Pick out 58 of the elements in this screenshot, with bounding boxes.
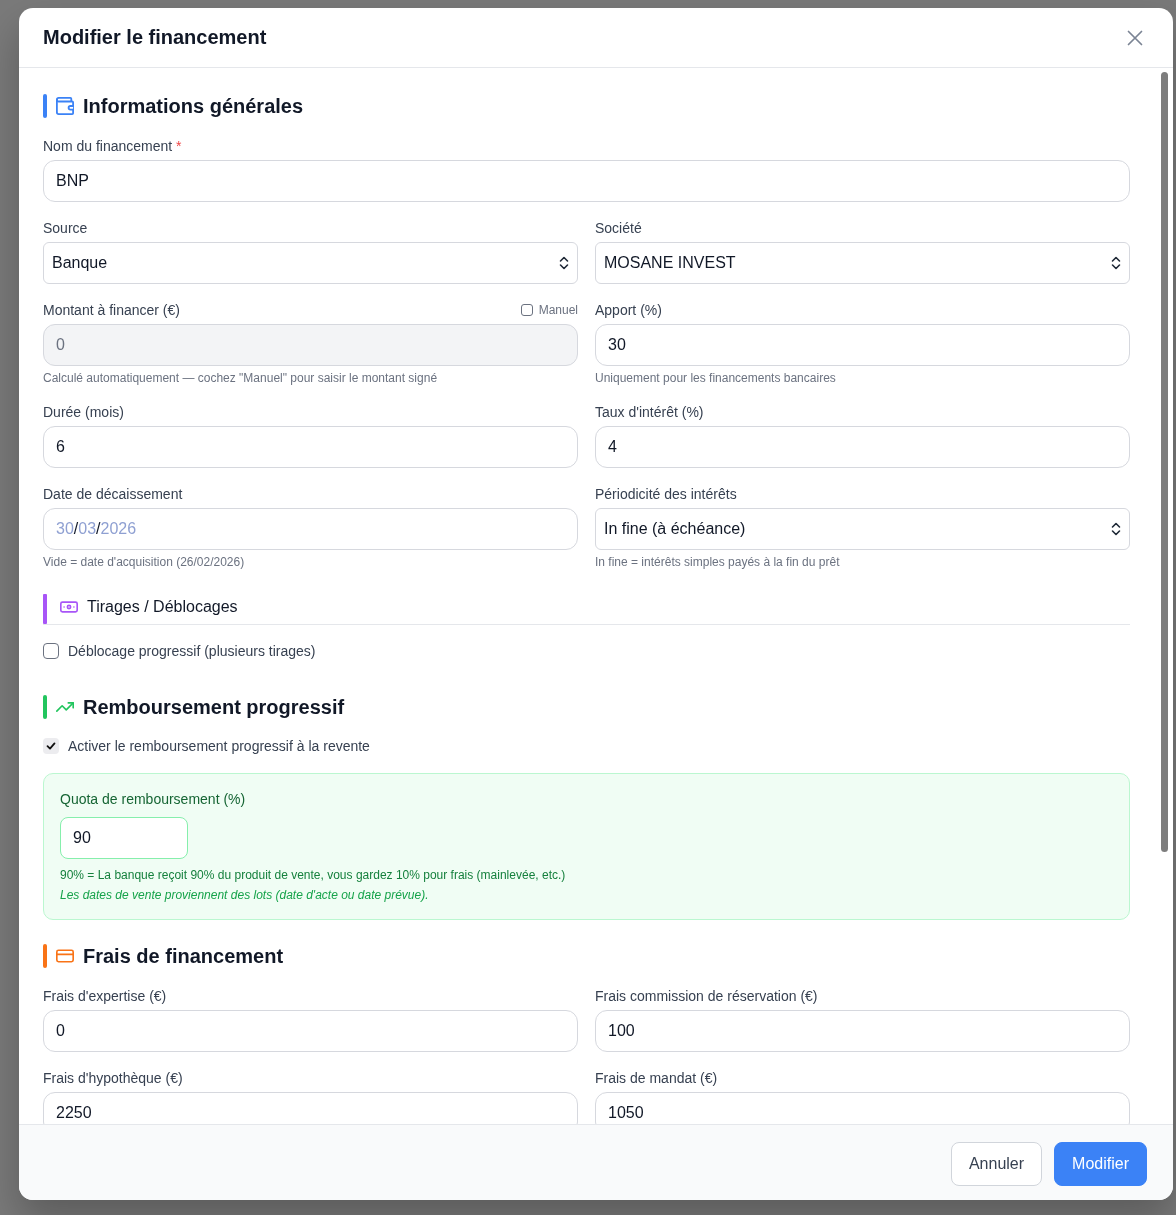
field-label: Source — [43, 219, 88, 238]
field-label: Frais d'expertise (€) — [43, 987, 167, 1006]
input-field[interactable]: 2250 — [43, 1092, 578, 1124]
wallet-icon — [56, 97, 74, 115]
field-label: Frais commission de réservation (€) — [595, 987, 818, 1006]
banknote-icon — [60, 601, 78, 613]
hint-text: Vide = date d'acquisition (26/02/2026) — [43, 554, 246, 570]
input-field[interactable]: 6 — [43, 426, 578, 468]
cancel-button[interactable]: Annuler — [950, 1141, 1043, 1186]
input-field[interactable]: 1050 — [595, 1092, 1130, 1124]
input-field[interactable]: 30 — [595, 324, 1130, 366]
check-icon — [45, 740, 57, 752]
credit-card-icon — [56, 947, 74, 965]
checkbox-label: Activer le remboursement progressif à la revente — [68, 738, 370, 754]
field-label: Date de décaissement — [43, 485, 183, 504]
field-label: Quota de remboursement (%) — [60, 790, 246, 809]
select-dropdown[interactable]: MOSANE INVEST — [595, 242, 1130, 284]
checkbox-label: Manuel — [538, 303, 578, 317]
checkbox[interactable] — [43, 643, 59, 659]
submit-button[interactable]: Modifier — [1054, 1141, 1147, 1186]
section-accent-bar — [43, 594, 47, 624]
field-label: Société — [595, 219, 642, 238]
hint-text: 90% = La banque reçoit 90% du produit de vente, vous gardez 10% pour frais (mainlevée, etc.) — [60, 867, 566, 883]
close-icon — [1127, 29, 1143, 46]
input-field[interactable]: 90 — [60, 817, 188, 859]
up-down-chevron-icon — [559, 255, 569, 271]
checkbox-label: Déblocage progressif (plusieurs tirages) — [68, 643, 316, 659]
field-label: Nom du financement * — [43, 137, 182, 156]
input-field[interactable]: 100 — [595, 1010, 1130, 1052]
field-label: Périodicité des intérêts — [595, 485, 737, 504]
section-accent-bar — [43, 944, 47, 968]
input-field[interactable]: BNP — [43, 160, 1130, 202]
field-label: Durée (mois) — [43, 403, 124, 422]
hint-text: In fine = intérêts simples payés à la fin du prêt — [595, 554, 841, 570]
input-field[interactable]: 0 — [43, 1010, 578, 1052]
section-accent-bar — [43, 695, 47, 719]
field-label: Montant à financer (€) — [43, 301, 180, 320]
select-dropdown[interactable]: In fine (à échéance) — [595, 508, 1130, 550]
section-title: Frais de financement — [83, 944, 284, 968]
dialog-title: Modifier le financement — [43, 26, 267, 49]
section-title: Informations générales — [83, 94, 304, 118]
note-text: Les dates de vente proviennent des lots (date d'acte ou date prévue). — [60, 887, 429, 903]
input-field[interactable]: 4 — [595, 426, 1130, 468]
up-down-chevron-icon — [1111, 521, 1121, 537]
section-title: Remboursement progressif — [83, 695, 345, 719]
up-down-chevron-icon — [1111, 255, 1121, 271]
field-label: Frais d'hypothèque (€) — [43, 1069, 183, 1088]
hint-text: Uniquement pour les financements bancaires — [595, 370, 837, 386]
section-title: Tirages / Déblocages — [87, 597, 238, 617]
select-dropdown[interactable]: Banque — [43, 242, 578, 284]
field-label: Apport (%) — [595, 301, 662, 320]
section-accent-bar — [43, 94, 47, 118]
field-label: Taux d'intérêt (%) — [595, 403, 704, 422]
field-label: Frais de mandat (€) — [595, 1069, 718, 1088]
hint-text: Calculé automatiquement — cochez "Manuel" pour saisir le montant signé — [43, 370, 439, 386]
date-field[interactable]: 30/03/2026 — [43, 508, 578, 550]
scrollbar-thumb[interactable] — [1161, 72, 1168, 852]
checkbox[interactable] — [43, 738, 59, 754]
